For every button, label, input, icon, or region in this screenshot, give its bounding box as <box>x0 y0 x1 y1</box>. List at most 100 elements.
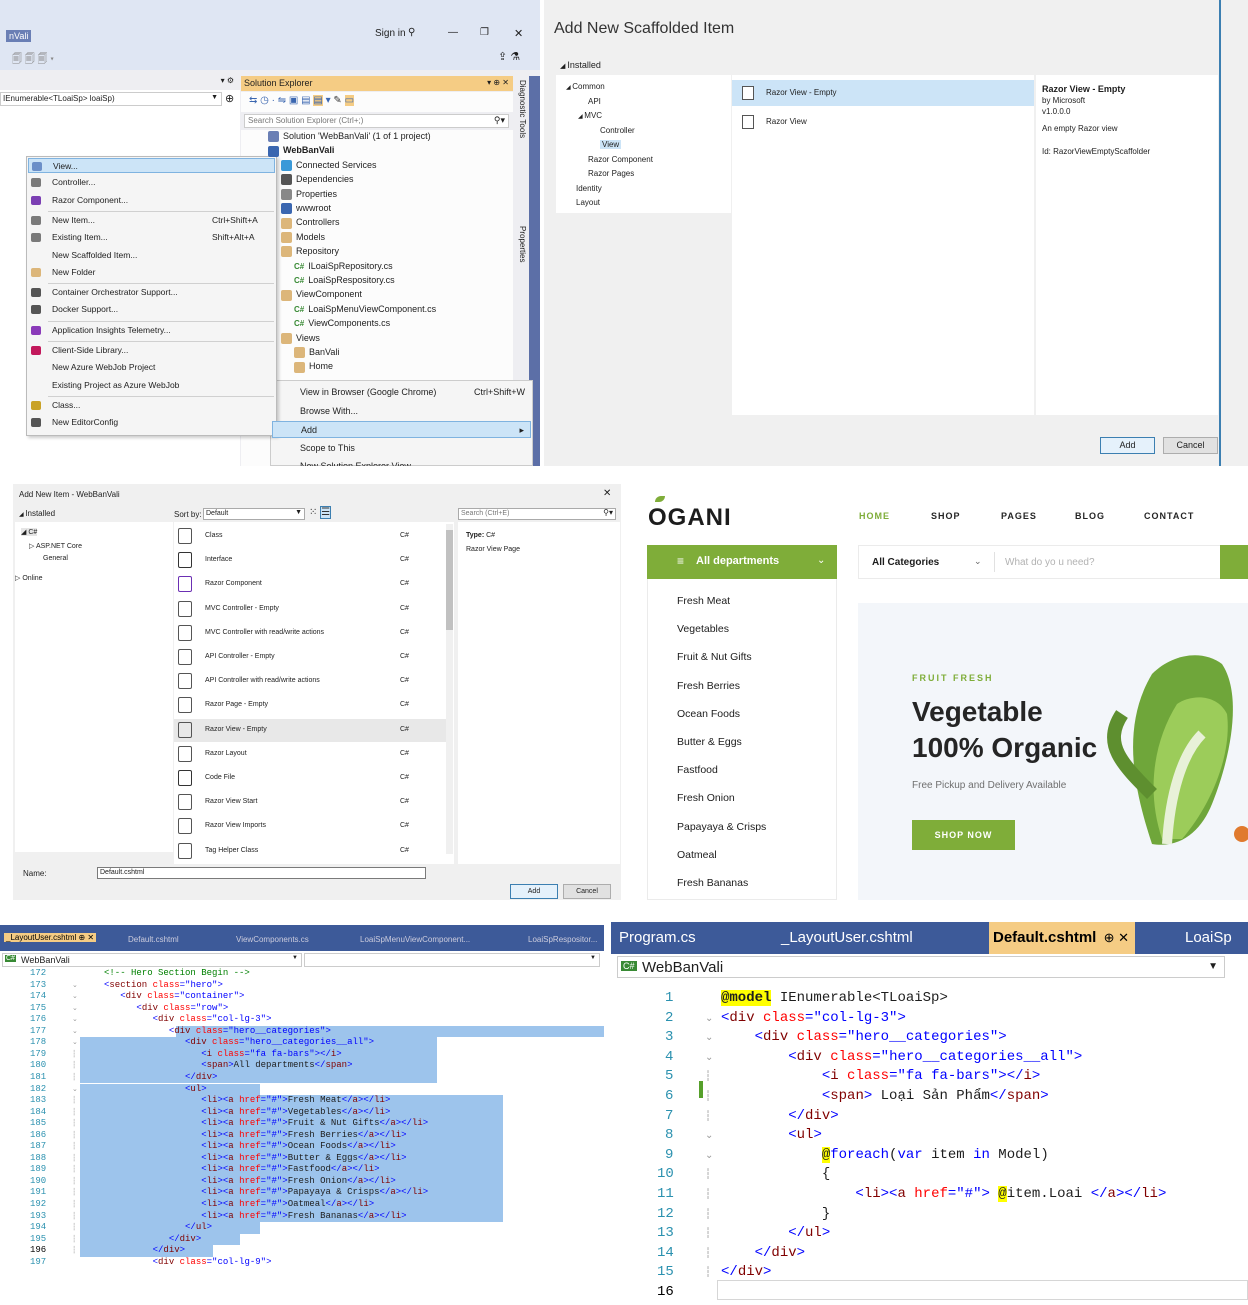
scaffold-cancel-button[interactable]: Cancel <box>1163 437 1218 454</box>
scaffold-tree-item[interactable]: Identity <box>576 184 602 193</box>
category-link[interactable]: Oatmeal <box>677 849 717 861</box>
ni-item[interactable]: Razor View Imports C# <box>174 815 446 838</box>
properties-tab[interactable]: Properties <box>518 226 527 262</box>
pin-icon[interactable]: ⊕ ✕ <box>1096 930 1129 945</box>
se-tree-item[interactable]: Repository <box>281 246 339 258</box>
editor-tab[interactable]: _LayoutUser.cshtml ⊕ ✕ <box>4 933 97 942</box>
diagnostic-tools-tab[interactable]: Diagnostic Tools <box>518 80 527 138</box>
ni-item[interactable]: API Controller with read/write actions C… <box>174 670 446 693</box>
scaffold-tree-item[interactable]: ◢ Common <box>566 82 605 91</box>
add-menu-item[interactable]: Existing Project as Azure WebJob <box>28 378 275 393</box>
scaffold-tree-item[interactable]: API <box>588 97 601 106</box>
add-menu-item[interactable]: View... <box>28 158 275 173</box>
se-tree-item[interactable]: Controllers <box>281 217 340 229</box>
all-departments-button[interactable]: ≡ All departments ⌄ <box>647 545 837 579</box>
sort-select[interactable]: Default ▼ <box>203 508 305 520</box>
se-search[interactable]: Search Solution Explorer (Ctrl+;) ⚲▾ <box>244 114 509 128</box>
dialog-close-icon[interactable]: ✕ <box>603 488 611 499</box>
category-link[interactable]: Butter & Eggs <box>677 736 742 748</box>
scaffold-tree-item[interactable]: Razor Pages <box>588 169 634 178</box>
category-link[interactable]: Fresh Bananas <box>677 877 748 889</box>
scaffold-item[interactable]: Razor View <box>742 115 807 129</box>
category-select[interactable]: All Categories <box>872 557 939 568</box>
editor-tab[interactable]: Default.cshtml <box>128 935 179 944</box>
ni-item[interactable]: Razor Page - Empty C# <box>174 694 446 717</box>
split-icon[interactable]: ⊕ <box>225 92 234 105</box>
ni-item[interactable]: API Controller - Empty C# <box>174 646 446 669</box>
add-menu-item[interactable]: Class... <box>28 398 275 413</box>
se-tree-item[interactable]: Home <box>294 361 333 373</box>
ni-item[interactable]: Tag Helper Class C# <box>174 840 446 863</box>
share-icon[interactable]: ⇪ ⚗ <box>498 50 520 63</box>
ni-item[interactable]: MVC Controller - Empty C# <box>174 598 446 621</box>
ni-item[interactable]: Razor Component C# <box>174 573 446 596</box>
category-link[interactable]: Fruit & Nut Gifts <box>677 651 752 663</box>
restore-icon[interactable]: ❐ <box>480 27 489 38</box>
ctx-item-scope-to-this[interactable]: Scope to This <box>272 440 531 457</box>
add-menu-item[interactable]: New Item... Ctrl+Shift+A <box>28 213 275 228</box>
scaffold-item[interactable]: Razor View - Empty <box>742 86 837 100</box>
ni-tree-item[interactable]: ◢ C# <box>21 528 38 536</box>
scaffold-tree-item[interactable]: ◢ MVC <box>578 111 602 120</box>
category-link[interactable]: Papayaya & Crisps <box>677 821 766 833</box>
ni-item[interactable]: Code File C# <box>174 767 446 790</box>
scaffold-tree-item[interactable]: Layout <box>576 198 600 207</box>
editor-tab[interactable]: ViewComponents.cs <box>236 935 309 944</box>
member-combo[interactable]: IEnumerable<TLoaiSp> loaiSp) ▼ <box>0 92 222 106</box>
signin-link[interactable]: Sign in <box>375 28 406 39</box>
shop-now-button[interactable]: SHOP NOW <box>912 820 1015 850</box>
add-menu-item[interactable]: Docker Support... <box>28 302 275 317</box>
nav-shop[interactable]: SHOP <box>931 511 961 521</box>
se-toolbar-icons[interactable]: ⇆ ◷ · ⇋ ▣ ▤ ▤ ▾ ✎ ▭ <box>249 95 355 106</box>
close-icon[interactable]: ✕ <box>514 27 523 40</box>
nav-blog[interactable]: BLOG <box>1075 511 1105 521</box>
se-tree-item[interactable]: Views <box>281 333 320 344</box>
category-link[interactable]: Ocean Foods <box>677 708 740 720</box>
se-tree-item[interactable]: Properties <box>281 189 337 200</box>
nav-pages[interactable]: PAGES <box>1001 511 1037 521</box>
ni-search[interactable]: Search (Ctrl+E) ⚲▾ <box>458 508 616 520</box>
scaffold-tree-item[interactable]: Razor Component <box>588 155 653 164</box>
se-toolbar[interactable]: ⇆ ◷ · ⇋ ▣ ▤ ▤ ▾ ✎ ▭ <box>241 92 513 112</box>
se-tree-item[interactable]: Models <box>281 232 325 243</box>
category-link[interactable]: Fresh Berries <box>677 680 740 692</box>
editor-tab[interactable]: Default.cshtml ⊕ ✕ <box>989 922 1135 954</box>
se-pin-close-icon[interactable]: ▾ ⊕ ✕ <box>487 78 509 87</box>
se-tree-item[interactable]: C# ILoaiSpRepository.cs <box>294 261 393 271</box>
add-menu-item[interactable]: Controller... <box>28 175 275 190</box>
ctx-item-add[interactable]: Add ▸ <box>272 421 531 438</box>
add-menu-item[interactable]: New Azure WebJob Project <box>28 360 275 375</box>
view-toggle-icons[interactable]: ⁙ ☰ <box>309 506 332 519</box>
editor-tab[interactable]: LoaiSpRespositor... <box>528 935 597 944</box>
ni-item[interactable]: MVC Controller with read/write actions C… <box>174 622 446 645</box>
nav-home[interactable]: HOME <box>859 511 890 521</box>
ni-item[interactable]: Razor Layout C# <box>174 743 446 766</box>
ni-cancel-button[interactable]: Cancel <box>563 884 611 899</box>
add-menu-item[interactable]: New Scaffolded Item... <box>28 248 275 263</box>
add-menu-item[interactable]: New Folder <box>28 265 275 280</box>
add-menu-item[interactable]: New EditorConfig <box>28 415 275 430</box>
se-tree-item[interactable]: BanVali <box>294 347 339 359</box>
ni-item[interactable]: Interface C# <box>174 549 446 572</box>
default-combo[interactable]: C# WebBanVali ▼ <box>617 956 1225 978</box>
layout-combo-2[interactable]: ▼ <box>304 953 600 967</box>
minimize-icon[interactable]: — <box>448 27 458 38</box>
search-input[interactable]: What do yo u need? <box>1005 557 1095 568</box>
se-tree-item[interactable]: Solution 'WebBanVali' (1 of 1 project) <box>268 131 431 143</box>
se-tree-item[interactable]: wwwroot <box>281 203 331 215</box>
ni-item[interactable]: Razor View - Empty C# <box>174 718 446 742</box>
editor-tab[interactable]: LoaiSpMenuViewComponent... <box>360 935 470 944</box>
scaffold-add-button[interactable]: Add <box>1100 437 1155 454</box>
editor-tab[interactable]: _LayoutUser.cshtml <box>777 922 919 954</box>
ni-add-button[interactable]: Add <box>510 884 558 899</box>
scaffold-tree-item[interactable]: View <box>600 140 622 149</box>
se-tree-item[interactable]: WebBanVali <box>268 145 334 157</box>
add-menu-item[interactable]: Razor Component... <box>28 193 275 208</box>
ni-tree-item[interactable]: ▷ Online <box>15 574 43 582</box>
add-menu-item[interactable]: Existing Item... Shift+Alt+A <box>28 230 275 245</box>
se-tree-item[interactable]: Dependencies <box>281 174 354 186</box>
se-tree-item[interactable]: C# ViewComponents.cs <box>294 318 390 328</box>
ctx-item-new-solution-explorer-view[interactable]: New Solution Explorer View <box>272 458 531 466</box>
ctx-item-browse-with-[interactable]: Browse With... <box>272 403 531 420</box>
search-button[interactable] <box>1220 545 1248 579</box>
